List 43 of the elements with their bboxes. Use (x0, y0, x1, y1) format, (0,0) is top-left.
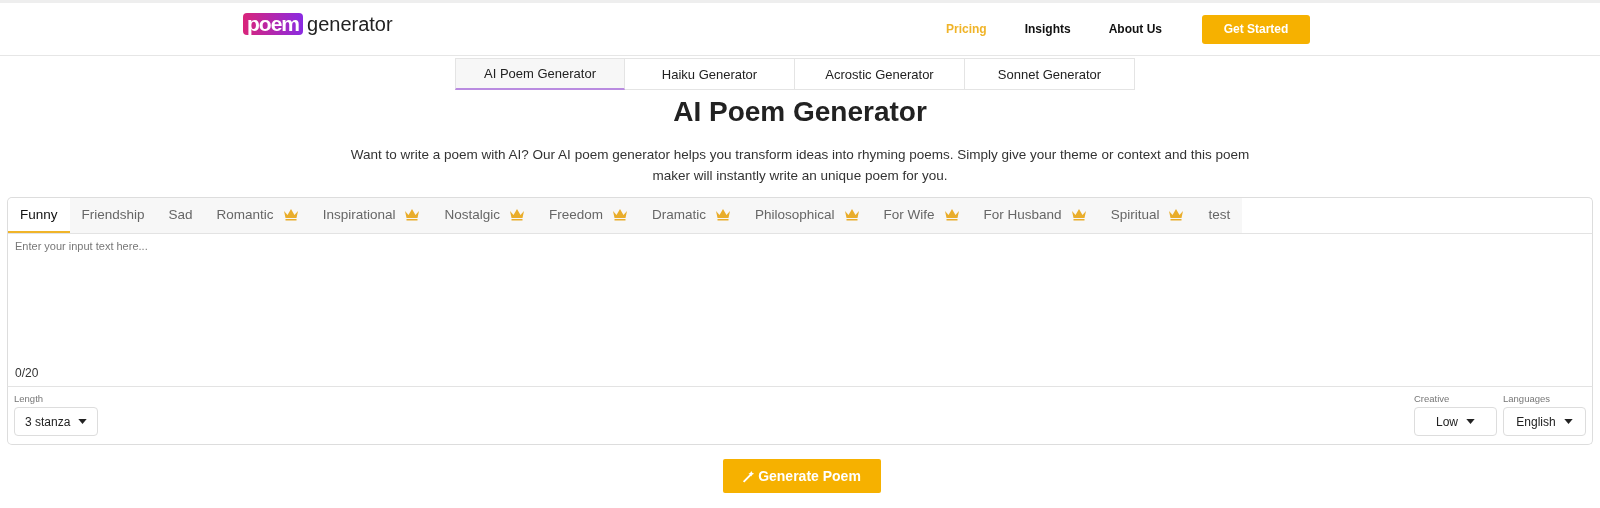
category-tab[interactable]: Nostalgic (432, 198, 537, 233)
description: Want to write a poem with AI? Our AI poem generator helps you transform ideas into rhyming poems. Simply give your theme or context and this poem maker will instantly write an unique poem for you. (350, 146, 1250, 185)
generator-tab[interactable]: Acrostic Generator (795, 58, 965, 90)
category-tab[interactable]: Friendship (69, 198, 157, 233)
languages-label: Languages (1503, 393, 1552, 404)
magic-wand-icon (742, 469, 756, 483)
crown-icon (404, 208, 421, 221)
category-tab[interactable]: Dramatic (640, 198, 743, 233)
category-tab[interactable]: Inspirational (310, 198, 433, 233)
input-field[interactable]: Enter your input text here... (7, 234, 1593, 366)
category-tab[interactable]: test (1196, 198, 1243, 233)
crown-icon (282, 208, 299, 221)
caret-icon (1466, 419, 1475, 424)
crown-icon (943, 208, 960, 221)
crown-icon (612, 208, 628, 221)
crown-icon (843, 208, 860, 221)
category-tab[interactable]: Spiritual (1098, 198, 1197, 233)
crown-icon (508, 208, 525, 221)
crown-icon (1070, 208, 1087, 221)
generator-tab[interactable]: AI Poem Generator (455, 58, 625, 90)
generator-tab[interactable]: Haiku Generator (625, 58, 795, 90)
category-tab[interactable]: Philosophical (743, 198, 872, 233)
category-tab[interactable]: Sad (156, 198, 205, 233)
nav-link[interactable]: Insights (1024, 22, 1071, 36)
logo-text[interactable]: generator (307, 12, 393, 36)
crown-icon (715, 208, 731, 221)
length-label: Length (14, 393, 45, 404)
generator-tab[interactable]: Sonnet Generator (965, 58, 1135, 90)
category-tab[interactable]: Romantic (204, 198, 311, 233)
languages-dropdown[interactable]: English (1503, 407, 1586, 436)
category-tab[interactable]: For Husband (971, 198, 1099, 233)
logo-badge[interactable]: poem (243, 13, 303, 35)
nav-link[interactable]: About Us (1108, 22, 1162, 36)
character-counter: 0/20 (15, 366, 39, 380)
caret-icon (78, 419, 88, 424)
page-title: AI Poem Generator (672, 96, 928, 129)
category-tab[interactable]: Freedom (536, 198, 640, 233)
caret-icon (1563, 419, 1573, 424)
category-tab[interactable]: For Wife (871, 198, 972, 233)
creative-label: Creative (1414, 393, 1451, 404)
crown-icon (1168, 208, 1185, 221)
creative-dropdown[interactable]: Low (1414, 407, 1497, 436)
length-dropdown[interactable]: 3 stanza (14, 407, 99, 436)
